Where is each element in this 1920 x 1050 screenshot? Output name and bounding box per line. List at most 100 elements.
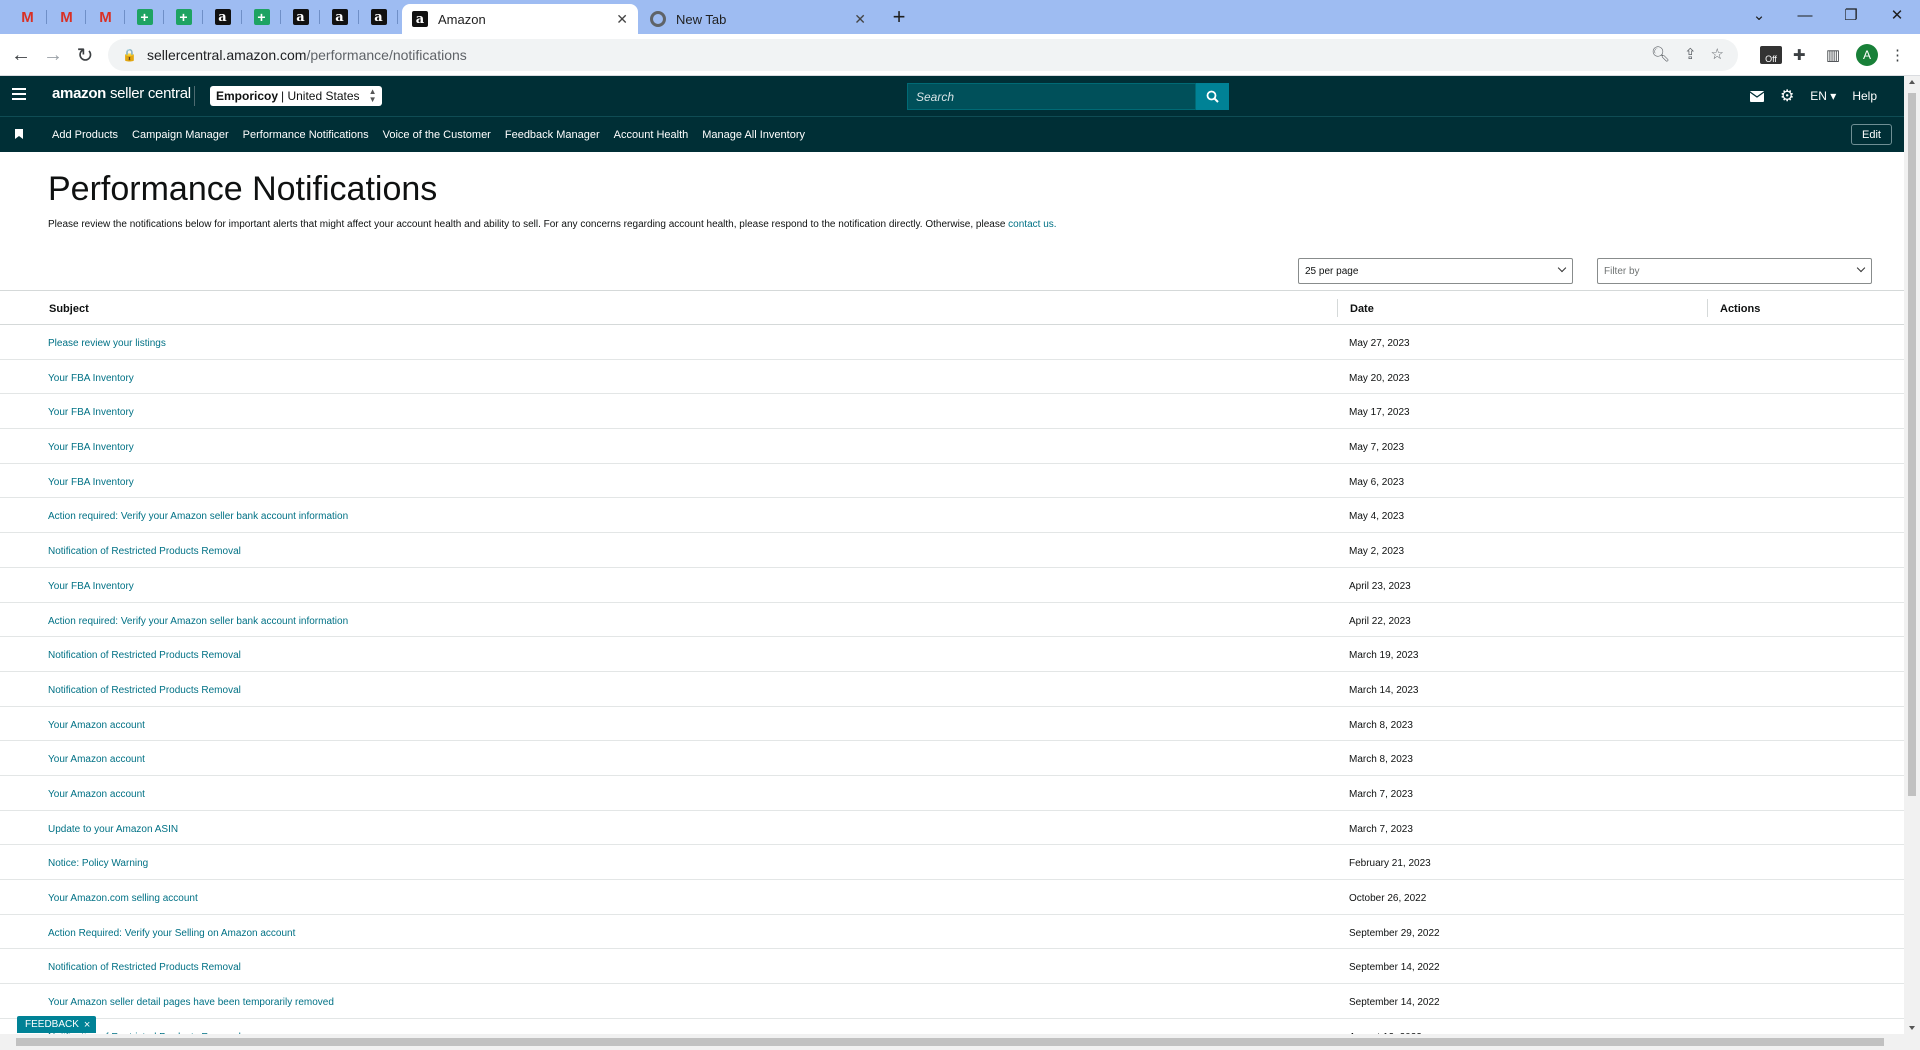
search-input[interactable] (907, 83, 1196, 110)
bookmark-icon[interactable] (15, 129, 23, 139)
mail-icon[interactable] (1749, 90, 1764, 102)
reload-button[interactable]: ↻ (72, 42, 98, 68)
notification-subject-link[interactable]: Your Amazon seller detail pages have bee… (48, 997, 334, 1008)
pinned-tab[interactable]: + (125, 0, 164, 34)
table-body: Please review your listings May 27, 2023 Y… (0, 325, 1904, 1050)
pinned-tab[interactable]: + (242, 0, 281, 34)
column-separator[interactable] (1337, 299, 1338, 317)
extensions-puzzle-icon[interactable]: ✚ (1793, 42, 1806, 68)
notification-subject-link[interactable]: Your FBA Inventory (48, 373, 134, 384)
restore-button[interactable]: ❐ (1828, 0, 1874, 30)
notification-subject-link[interactable]: Action required: Verify your Amazon sell… (48, 616, 348, 627)
notification-subject-link[interactable]: Notification of Restricted Products Remo… (48, 546, 241, 557)
column-header-date[interactable]: Date (1350, 303, 1374, 315)
seller-central-logo[interactable]: amazon seller central (52, 85, 191, 102)
table-row: Notification of Restricted Products Remo… (0, 949, 1904, 985)
column-header-subject[interactable]: Subject (49, 303, 89, 315)
column-separator[interactable] (1707, 299, 1708, 317)
nav-item-campaign-manager[interactable]: Campaign Manager (132, 129, 229, 141)
notification-subject-link[interactable]: Action required: Verify your Amazon sell… (48, 511, 348, 522)
notification-date: March 8, 2023 (1349, 754, 1413, 766)
close-icon[interactable]: × (84, 1019, 90, 1031)
contact-us-link[interactable]: contact us. (1008, 219, 1056, 230)
profile-avatar[interactable]: A (1856, 42, 1878, 68)
scrollbar-thumb[interactable] (16, 1038, 1884, 1046)
forward-button[interactable]: → (40, 42, 66, 68)
store-selector[interactable]: Emporicoy | United States ▲ ▼ (210, 86, 382, 106)
back-button[interactable]: ← (8, 42, 34, 68)
language-selector[interactable]: EN ▾ (1810, 89, 1836, 103)
amazon-favicon-icon: a (292, 9, 309, 25)
notification-subject-link[interactable]: Your FBA Inventory (48, 477, 134, 488)
nav-item-add-products[interactable]: Add Products (52, 129, 118, 141)
close-window-button[interactable]: ✕ (1874, 0, 1920, 30)
table-row: Your Amazon account March 8, 2023 (0, 741, 1904, 776)
close-tab-icon[interactable]: ✕ (854, 11, 866, 28)
zoom-icon[interactable]: 🔍︎ (1651, 45, 1670, 63)
nav-item-feedback-manager[interactable]: Feedback Manager (505, 129, 600, 141)
scrollbar-thumb[interactable] (1908, 93, 1916, 796)
scroll-down-icon[interactable] (1909, 1026, 1915, 1030)
pinned-tab[interactable]: a (203, 0, 242, 34)
nav-item-account-health[interactable]: Account Health (614, 129, 689, 141)
pinned-tab[interactable]: a (281, 0, 320, 34)
nav-item-voice-of-the-customer[interactable]: Voice of the Customer (383, 129, 491, 141)
notification-subject-link[interactable]: Your Amazon account (48, 754, 145, 765)
sheets-favicon-icon: + (175, 9, 192, 25)
notification-subject-link[interactable]: Your FBA Inventory (48, 581, 134, 592)
nav-item-manage-all-inventory[interactable]: Manage All Inventory (702, 129, 805, 141)
notification-subject-link[interactable]: Your Amazon.com selling account (48, 893, 198, 904)
vertical-scrollbar[interactable] (1904, 76, 1920, 1034)
share-icon[interactable]: ⇪ (1684, 45, 1697, 63)
help-link[interactable]: Help (1852, 89, 1877, 103)
browser-menu-icon[interactable]: ⋮ (1890, 42, 1905, 68)
minimize-button[interactable]: — (1782, 0, 1828, 30)
table-row: Your Amazon seller detail pages have bee… (0, 984, 1904, 1019)
horizontal-scrollbar[interactable] (0, 1034, 1920, 1050)
nav-item-performance-notifications[interactable]: Performance Notifications (243, 129, 369, 141)
pinned-tab[interactable]: a (359, 0, 398, 34)
notification-date: March 19, 2023 (1349, 650, 1419, 662)
gear-icon[interactable]: ⚙ (1780, 86, 1794, 106)
pinned-tab[interactable]: M (86, 0, 125, 34)
notification-subject-link[interactable]: Your FBA Inventory (48, 407, 134, 418)
extension-off-icon[interactable]: Off (1760, 42, 1782, 68)
close-tab-icon[interactable]: ✕ (616, 11, 628, 28)
address-bar[interactable]: 🔒 sellercentral.amazon.com/performance/n… (108, 39, 1738, 71)
table-row: Update to your Amazon ASIN March 7, 2023 (0, 811, 1904, 846)
edit-nav-button[interactable]: Edit (1851, 124, 1892, 145)
per-page-select[interactable]: 25 per page (1298, 258, 1573, 284)
notification-subject-link[interactable]: Your Amazon account (48, 720, 145, 731)
bookmark-star-icon[interactable]: ☆ (1711, 45, 1724, 63)
notification-subject-link[interactable]: Your FBA Inventory (48, 442, 134, 453)
notification-date: May 20, 2023 (1349, 372, 1410, 384)
feedback-button[interactable]: FEEDBACK × (17, 1016, 97, 1033)
new-tab-button[interactable]: + (886, 4, 912, 30)
pinned-tab[interactable]: M (47, 0, 86, 34)
amazon-favicon-icon: a (412, 11, 428, 27)
column-header-actions: Actions (1720, 303, 1761, 315)
notification-subject-link[interactable]: Notification of Restricted Products Remo… (48, 962, 241, 973)
notification-subject-link[interactable]: Notification of Restricted Products Remo… (48, 650, 241, 661)
scroll-up-icon[interactable] (1909, 80, 1915, 84)
tab-amazon[interactable]: a Amazon ✕ (402, 4, 638, 34)
notification-subject-link[interactable]: Notice: Policy Warning (48, 858, 148, 869)
filter-select[interactable]: Filter by (1597, 258, 1872, 284)
gmail-favicon-icon: M (99, 8, 112, 26)
notification-subject-link[interactable]: Update to your Amazon ASIN (48, 824, 178, 835)
pinned-tab[interactable]: M (8, 0, 47, 34)
notification-subject-link[interactable]: Notification of Restricted Products Remo… (48, 685, 241, 696)
notification-subject-link[interactable]: Action Required: Verify your Selling on … (48, 928, 295, 939)
notification-subject-link[interactable]: Please review your listings (48, 338, 166, 349)
side-panel-icon[interactable]: ▥ (1826, 42, 1840, 68)
tab-search-icon[interactable]: ⌄ (1736, 0, 1782, 30)
search-button[interactable] (1196, 83, 1229, 110)
pinned-tab[interactable]: + (164, 0, 203, 34)
pinned-tab[interactable]: a (320, 0, 359, 34)
notification-date: February 21, 2023 (1349, 858, 1431, 870)
tab-new-tab[interactable]: New Tab ✕ (640, 4, 876, 34)
table-row: Your Amazon account March 8, 2023 (0, 707, 1904, 742)
notification-subject-link[interactable]: Your Amazon account (48, 789, 145, 800)
sheets-favicon-icon: + (253, 9, 270, 25)
hamburger-menu-icon[interactable] (12, 88, 26, 100)
